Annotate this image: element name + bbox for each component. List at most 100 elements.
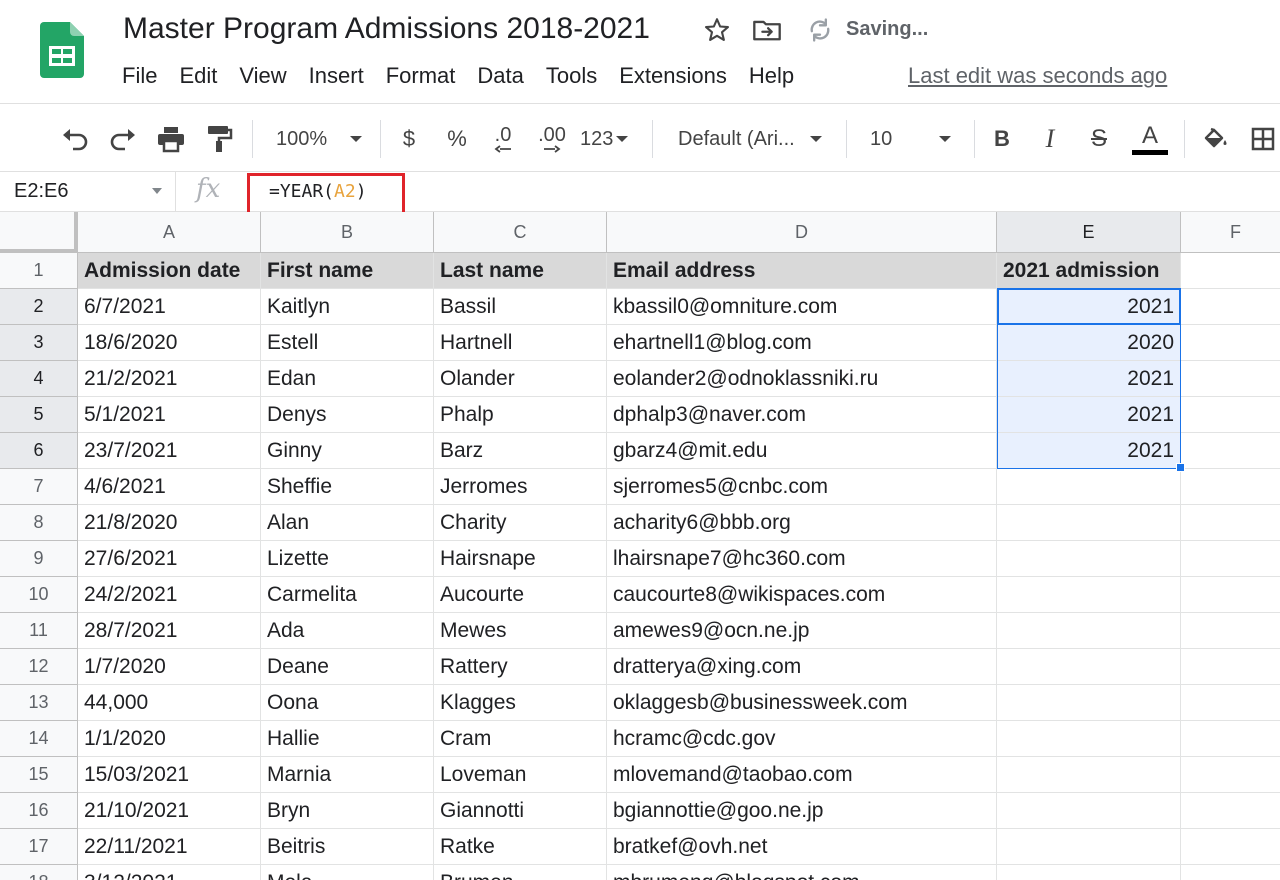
table-cell[interactable]: 2021 — [997, 361, 1181, 397]
row-header-14[interactable]: 14 — [0, 721, 78, 757]
table-cell[interactable]: 2021 — [997, 289, 1181, 325]
table-cell[interactable]: oklaggesb@businessweek.com — [607, 685, 997, 721]
fill-color-button[interactable] — [1200, 122, 1232, 156]
header-cell[interactable]: Admission date — [78, 253, 261, 289]
menu-format[interactable]: Format — [375, 62, 467, 92]
table-cell[interactable]: Olander — [434, 361, 607, 397]
table-cell[interactable] — [997, 865, 1181, 880]
table-cell[interactable]: acharity6@bbb.org — [607, 505, 997, 541]
column-header-e[interactable]: E — [997, 212, 1181, 253]
row-header-9[interactable]: 9 — [0, 541, 78, 577]
table-cell[interactable]: mlovemand@taobao.com — [607, 757, 997, 793]
text-color-button[interactable]: A — [1130, 122, 1170, 156]
table-cell[interactable]: 2020 — [997, 325, 1181, 361]
table-cell[interactable]: Carmelita — [261, 577, 434, 613]
table-cell[interactable]: Sheffie — [261, 469, 434, 505]
print-button[interactable] — [154, 122, 188, 156]
empty-cell[interactable] — [1181, 397, 1280, 433]
empty-cell[interactable] — [1181, 649, 1280, 685]
table-cell[interactable]: 21/10/2021 — [78, 793, 261, 829]
table-cell[interactable]: 18/6/2020 — [78, 325, 261, 361]
table-cell[interactable] — [997, 541, 1181, 577]
empty-cell[interactable] — [1181, 829, 1280, 865]
menu-view[interactable]: View — [228, 62, 297, 92]
decrease-decimal-button[interactable]: .0 — [486, 122, 520, 156]
table-cell[interactable] — [997, 505, 1181, 541]
table-cell[interactable]: 27/6/2021 — [78, 541, 261, 577]
menu-insert[interactable]: Insert — [298, 62, 375, 92]
table-cell[interactable]: 22/11/2021 — [78, 829, 261, 865]
undo-button[interactable] — [58, 122, 92, 156]
table-cell[interactable]: Mewes — [434, 613, 607, 649]
row-header-12[interactable]: 12 — [0, 649, 78, 685]
table-cell[interactable]: Phalp — [434, 397, 607, 433]
column-header-c[interactable]: C — [434, 212, 607, 253]
table-cell[interactable]: 3/12/2021 — [78, 865, 261, 880]
table-cell[interactable]: Bryn — [261, 793, 434, 829]
table-cell[interactable]: dratterya@xing.com — [607, 649, 997, 685]
borders-button[interactable] — [1250, 122, 1280, 156]
table-cell[interactable]: Charity — [434, 505, 607, 541]
table-cell[interactable]: Lizette — [261, 541, 434, 577]
empty-cell[interactable] — [1181, 577, 1280, 613]
table-cell[interactable]: mbrumeng@blogspot.com — [607, 865, 997, 880]
table-cell[interactable]: ehartnell1@blog.com — [607, 325, 997, 361]
currency-format-button[interactable]: $ — [396, 122, 422, 156]
header-cell[interactable]: 2021 admission — [997, 253, 1181, 289]
sheets-logo-icon[interactable] — [40, 22, 84, 78]
empty-cell[interactable] — [1181, 865, 1280, 880]
column-header-a[interactable]: A — [78, 212, 261, 253]
menu-edit[interactable]: Edit — [168, 62, 228, 92]
table-cell[interactable] — [997, 721, 1181, 757]
table-cell[interactable]: 24/2/2021 — [78, 577, 261, 613]
empty-cell[interactable] — [1181, 757, 1280, 793]
table-cell[interactable]: bgiannottie@goo.ne.jp — [607, 793, 997, 829]
strikethrough-button[interactable]: S — [1084, 122, 1114, 156]
table-cell[interactable] — [997, 577, 1181, 613]
table-cell[interactable]: 6/7/2021 — [78, 289, 261, 325]
table-cell[interactable]: kbassil0@omniture.com — [607, 289, 997, 325]
table-cell[interactable] — [997, 757, 1181, 793]
row-header-7[interactable]: 7 — [0, 469, 78, 505]
table-cell[interactable]: 1/7/2020 — [78, 649, 261, 685]
table-cell[interactable] — [997, 793, 1181, 829]
name-box[interactable]: E2:E6 — [0, 172, 176, 212]
header-cell[interactable]: First name — [261, 253, 434, 289]
table-cell[interactable] — [997, 469, 1181, 505]
table-cell[interactable]: hcramc@cdc.gov — [607, 721, 997, 757]
increase-decimal-button[interactable]: .00 — [532, 122, 572, 156]
table-cell[interactable]: 5/1/2021 — [78, 397, 261, 433]
table-cell[interactable]: 1/1/2020 — [78, 721, 261, 757]
table-cell[interactable]: 2021 — [997, 397, 1181, 433]
column-header-f[interactable]: F — [1181, 212, 1280, 253]
table-cell[interactable]: sjerromes5@cnbc.com — [607, 469, 997, 505]
header-cell[interactable]: Email address — [607, 253, 997, 289]
header-cell[interactable] — [1181, 253, 1280, 289]
table-cell[interactable]: Deane — [261, 649, 434, 685]
row-header-8[interactable]: 8 — [0, 505, 78, 541]
row-header-16[interactable]: 16 — [0, 793, 78, 829]
table-cell[interactable]: amewes9@ocn.ne.jp — [607, 613, 997, 649]
row-header-10[interactable]: 10 — [0, 577, 78, 613]
row-header-11[interactable]: 11 — [0, 613, 78, 649]
last-edit-link[interactable]: Last edit was seconds ago — [908, 62, 1167, 90]
table-cell[interactable]: Edan — [261, 361, 434, 397]
table-cell[interactable]: Aucourte — [434, 577, 607, 613]
menu-help[interactable]: Help — [738, 62, 805, 92]
column-header-d[interactable]: D — [607, 212, 997, 253]
table-cell[interactable]: Marnia — [261, 757, 434, 793]
table-cell[interactable]: Cram — [434, 721, 607, 757]
table-cell[interactable] — [997, 829, 1181, 865]
row-header-3[interactable]: 3 — [0, 325, 78, 361]
redo-button[interactable] — [106, 122, 140, 156]
table-cell[interactable]: dphalp3@naver.com — [607, 397, 997, 433]
table-cell[interactable]: 28/7/2021 — [78, 613, 261, 649]
column-header-b[interactable]: B — [261, 212, 434, 253]
table-cell[interactable]: eolander2@odnoklassniki.ru — [607, 361, 997, 397]
row-header-15[interactable]: 15 — [0, 757, 78, 793]
empty-cell[interactable] — [1181, 793, 1280, 829]
bold-button[interactable]: B — [988, 122, 1016, 156]
menu-extensions[interactable]: Extensions — [608, 62, 738, 92]
empty-cell[interactable] — [1181, 721, 1280, 757]
table-cell[interactable]: Klagges — [434, 685, 607, 721]
